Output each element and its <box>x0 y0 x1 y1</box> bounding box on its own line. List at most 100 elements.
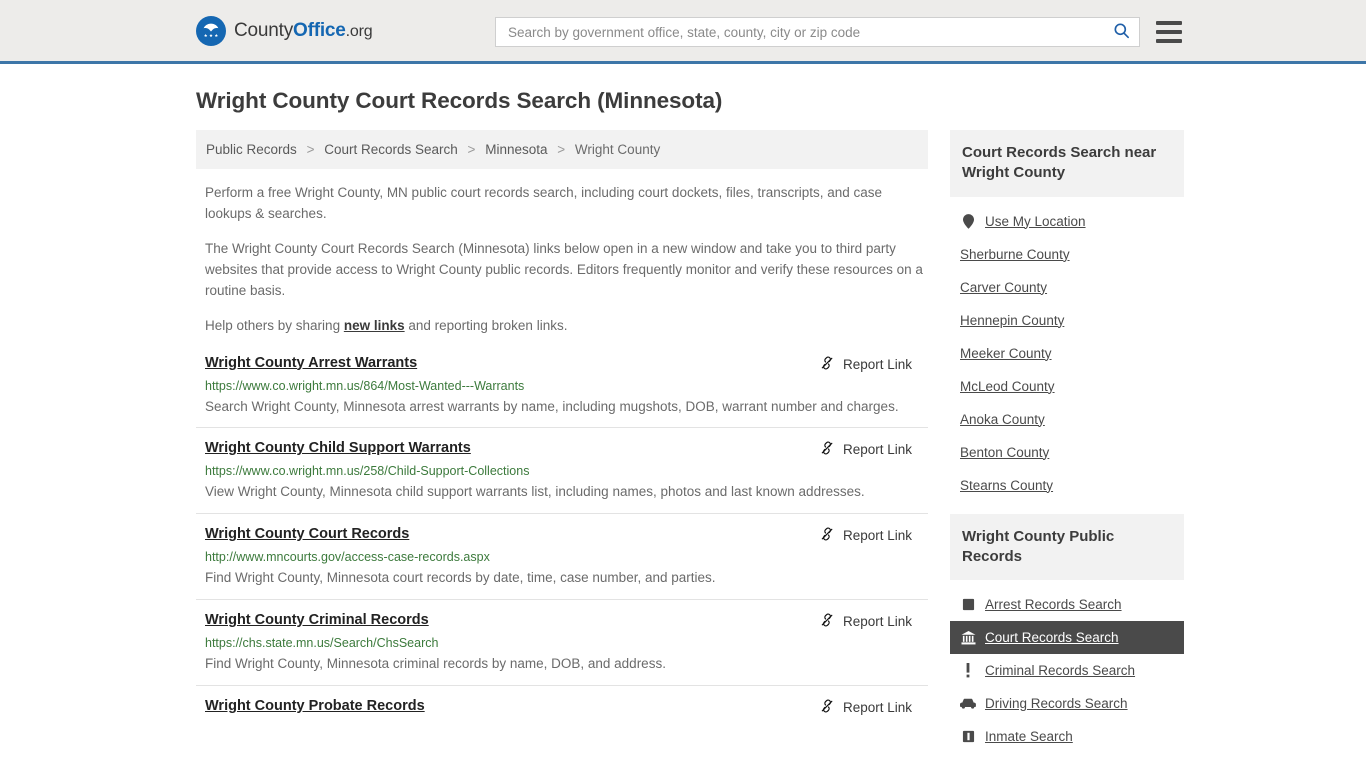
intro-text: Perform a free Wright County, MN public … <box>196 183 928 337</box>
map-pin-icon <box>960 214 976 229</box>
panel-spacer <box>950 506 1184 514</box>
sidebar-item-inmate-search[interactable]: Inmate Search <box>950 720 1184 753</box>
list-item: Meeker County <box>950 337 1184 370</box>
page-title: Wright County Court Records Search (Minn… <box>196 88 1366 114</box>
sidebar-item-meeker-county[interactable]: Meeker County <box>950 337 1184 370</box>
main-column: Public Records > Court Records Search > … <box>196 130 928 727</box>
sidebar-item-use-my-location[interactable]: Use My Location <box>950 205 1184 238</box>
panel-spacer <box>950 197 1184 205</box>
broken-link-icon <box>819 440 835 459</box>
result-title-link[interactable]: Wright County Court Records <box>205 526 409 542</box>
report-link-button[interactable]: Report Link <box>819 612 928 631</box>
car-icon <box>960 698 976 709</box>
sidebar-item-driving-records-search[interactable]: Driving Records Search <box>950 687 1184 720</box>
list-item: Criminal Records Search <box>950 654 1184 687</box>
report-link-label: Report Link <box>843 700 912 715</box>
result-header: Wright County Arrest Warrants Report Lin… <box>205 355 928 374</box>
report-link-label: Report Link <box>843 614 912 629</box>
nearby-county-list: Use My Location Sherburne County Carver … <box>950 205 1184 502</box>
report-link-button[interactable]: Report Link <box>819 440 928 459</box>
breadcrumb-item-0[interactable]: Public Records <box>206 142 297 157</box>
result-description: Find Wright County, Minnesota court reco… <box>205 567 905 589</box>
result-title-link[interactable]: Wright County Probate Records <box>205 698 425 714</box>
search-box[interactable] <box>495 17 1140 47</box>
nearby-panel: Court Records Search near Wright County … <box>950 130 1184 502</box>
hamburger-bar-3 <box>1156 39 1182 43</box>
result-header: Wright County Child Support Warrants Rep… <box>205 440 928 459</box>
sidebar-item-label: Driving Records Search <box>985 696 1128 711</box>
sidebar-item-benton-county[interactable]: Benton County <box>950 436 1184 469</box>
sidebar-item-carver-county[interactable]: Carver County <box>950 271 1184 304</box>
sidebar-item-stearns-county[interactable]: Stearns County <box>950 469 1184 502</box>
sidebar-item-anoka-county[interactable]: Anoka County <box>950 403 1184 436</box>
result-title-link[interactable]: Wright County Arrest Warrants <box>205 355 417 371</box>
broken-link-icon <box>819 612 835 631</box>
public-records-panel: Wright County Public Records Arrest Reco… <box>950 514 1184 754</box>
search-input[interactable] <box>506 19 1108 45</box>
report-link-button[interactable]: Report Link <box>819 355 928 374</box>
search-icon <box>1112 21 1131 43</box>
sidebar-item-court-records-search[interactable]: Court Records Search <box>950 621 1184 654</box>
breadcrumb-item-2[interactable]: Minnesota <box>485 142 547 157</box>
sidebar-item-label: Meeker County <box>960 346 1052 361</box>
sidebar-item-label: Criminal Records Search <box>985 663 1135 678</box>
result-url[interactable]: https://www.co.wright.mn.us/258/Child-Su… <box>205 464 928 478</box>
report-link-label: Report Link <box>843 442 912 457</box>
result-title-link[interactable]: Wright County Criminal Records <box>205 612 429 628</box>
sidebar-item-mcleod-county[interactable]: McLeod County <box>950 370 1184 403</box>
new-links-link[interactable]: new links <box>344 318 405 333</box>
report-link-button[interactable]: Report Link <box>819 526 928 545</box>
result-url[interactable]: https://www.co.wright.mn.us/864/Most-Wan… <box>205 379 928 393</box>
list-item: Stearns County <box>950 469 1184 502</box>
list-item: Benton County <box>950 436 1184 469</box>
sidebar-item-arrest-records-search[interactable]: Arrest Records Search <box>950 588 1184 621</box>
sidebar-item-criminal-records-search[interactable]: Criminal Records Search <box>950 654 1184 687</box>
logo-text-org: .org <box>346 23 373 40</box>
list-item: Anoka County <box>950 403 1184 436</box>
list-item: Use My Location <box>950 205 1184 238</box>
list-item: Court Records Search <box>950 621 1184 654</box>
hamburger-menu-icon[interactable] <box>1156 21 1182 43</box>
breadcrumb-separator: > <box>307 142 315 157</box>
intro-p3-before: Help others by sharing <box>205 318 344 333</box>
result-title-link[interactable]: Wright County Child Support Warrants <box>205 440 471 456</box>
sidebar-item-hennepin-county[interactable]: Hennepin County <box>950 304 1184 337</box>
intro-p3-after: and reporting broken links. <box>405 318 568 333</box>
content-columns: Public Records > Court Records Search > … <box>196 130 1366 757</box>
broken-link-icon <box>819 526 835 545</box>
jail-icon <box>960 730 976 743</box>
result-description: View Wright County, Minnesota child supp… <box>205 481 905 503</box>
search-button[interactable] <box>1108 21 1135 43</box>
exclamation-icon <box>960 663 976 678</box>
result-header: Wright County Criminal Records Report Li… <box>205 612 928 631</box>
sidebar-item-label: Inmate Search <box>985 729 1073 744</box>
sidebar-item-label: Anoka County <box>960 412 1045 427</box>
report-link-label: Report Link <box>843 357 912 372</box>
list-item: Hennepin County <box>950 304 1184 337</box>
nearby-panel-heading: Court Records Search near Wright County <box>950 130 1184 197</box>
sidebar-item-label: Use My Location <box>985 214 1086 229</box>
report-link-button[interactable]: Report Link <box>819 698 928 717</box>
sidebar-item-label: Carver County <box>960 280 1047 295</box>
breadcrumb-item-1[interactable]: Court Records Search <box>324 142 458 157</box>
result-item: Wright County Child Support Warrants Rep… <box>196 427 928 513</box>
result-url[interactable]: http://www.mncourts.gov/access-case-reco… <box>205 550 928 564</box>
fingerprint-icon <box>960 598 976 611</box>
result-header: Wright County Probate Records Report Lin… <box>205 698 928 717</box>
hamburger-bar-1 <box>1156 21 1182 25</box>
result-url[interactable]: https://chs.state.mn.us/Search/ChsSearch <box>205 636 928 650</box>
result-item: Wright County Arrest Warrants Report Lin… <box>196 351 928 428</box>
logo-emblem-icon <box>196 16 226 46</box>
result-item: Wright County Probate Records Report Lin… <box>196 685 928 727</box>
broken-link-icon <box>819 698 835 717</box>
intro-paragraph-3: Help others by sharing new links and rep… <box>196 316 928 337</box>
sidebar-item-label: Sherburne County <box>960 247 1070 262</box>
breadcrumb-item-current: Wright County <box>575 142 660 157</box>
sidebar-item-label: McLeod County <box>960 379 1055 394</box>
sidebar-item-sherburne-county[interactable]: Sherburne County <box>950 238 1184 271</box>
site-logo[interactable]: CountyOffice.org <box>196 16 372 46</box>
list-item: Arrest Records Search <box>950 588 1184 621</box>
sidebar-item-label: Stearns County <box>960 478 1053 493</box>
logo-wordmark: CountyOffice.org <box>234 20 372 42</box>
sidebar-item-label: Benton County <box>960 445 1049 460</box>
